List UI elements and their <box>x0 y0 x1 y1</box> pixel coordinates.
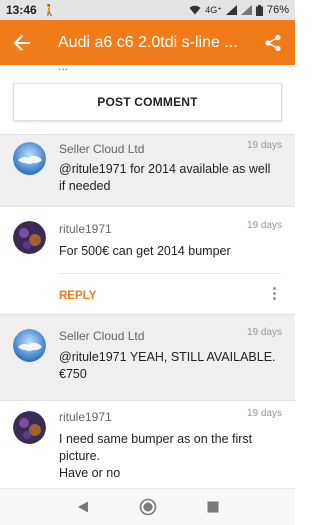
comment-text: @ritule1971 YEAH, STILL AVAILABLE. €750 <box>59 350 276 381</box>
user-photo-image <box>13 221 46 254</box>
nav-back-button[interactable] <box>70 494 96 520</box>
status-icons: 4G⁺ 76% <box>189 4 289 16</box>
arrow-back-icon <box>13 34 30 51</box>
handshake-image <box>13 142 46 175</box>
comments-list[interactable]: ... POST COMMENT Seller Cloud Ltd 19 day… <box>0 65 295 488</box>
user-photo-image <box>13 411 46 444</box>
comment-date: 19 days <box>246 408 282 419</box>
comment-text: For 500€ can get 2014 bumper <box>59 244 231 258</box>
comment-text: I need same bumper as on the first pictu… <box>59 431 279 482</box>
circle-home-icon <box>139 498 156 516</box>
seller-avatar <box>13 142 46 175</box>
comment-author: ritule1971 <box>59 222 112 236</box>
user-avatar <box>13 411 46 444</box>
battery-level: 76% <box>266 4 289 16</box>
app-bar: Audi a6 c6 2.0tdi s-line ... <box>0 20 295 65</box>
handshake-image <box>13 329 46 362</box>
comment-date: 19 days <box>246 220 282 231</box>
triangle-back-icon <box>77 501 88 513</box>
network-type: 4G⁺ <box>205 4 222 15</box>
comment-text-line: I need same bumper as on the first pictu… <box>59 432 253 463</box>
post-comment-button[interactable]: POST COMMENT <box>13 83 282 121</box>
comment-date: 19 days <box>246 327 282 338</box>
comment-item: ritule1971 19 days I need same bumper as… <box>0 400 295 488</box>
share-icon <box>265 34 281 51</box>
comment-item: ritule1971 19 days For 500€ can get 2014… <box>0 206 295 314</box>
comment-item: Seller Cloud Ltd 19 days @ritule1971 for… <box>0 134 295 206</box>
nav-home-button[interactable] <box>135 494 161 520</box>
page-title: Audi a6 c6 2.0tdi s-line ... <box>58 33 238 51</box>
comment-text: @ritule1971 for 2014 available as well i… <box>59 162 271 193</box>
back-button[interactable] <box>0 20 44 65</box>
reply-button[interactable]: REPLY <box>59 290 96 302</box>
comment-text-line: Have or no <box>59 466 121 480</box>
square-recents-icon <box>207 501 218 513</box>
comment-actions: REPLY <box>59 273 281 315</box>
comment-item: Seller Cloud Ltd 19 days @ritule1971 YEA… <box>0 314 295 400</box>
comment-date: 19 days <box>246 140 282 151</box>
partial-text: ... <box>58 65 69 73</box>
comment-author: Seller Cloud Ltd <box>59 329 145 343</box>
battery-icon <box>255 4 263 16</box>
more-options-icon[interactable] <box>271 287 277 300</box>
signal-icon-secondary <box>240 5 252 15</box>
share-button[interactable] <box>251 20 295 65</box>
status-bar: 13:46 🚶 4G⁺ 76% <box>0 0 295 20</box>
comment-author: ritule1971 <box>59 410 112 424</box>
user-avatar <box>13 221 46 254</box>
seller-avatar <box>13 329 46 362</box>
comment-author: Seller Cloud Ltd <box>59 142 145 156</box>
nav-recents-button[interactable] <box>200 494 226 520</box>
status-time: 13:46 <box>6 3 37 17</box>
wifi-icon <box>189 5 201 15</box>
signal-icon <box>225 5 237 15</box>
system-nav-bar <box>0 488 295 525</box>
walking-icon: 🚶 <box>42 4 57 17</box>
